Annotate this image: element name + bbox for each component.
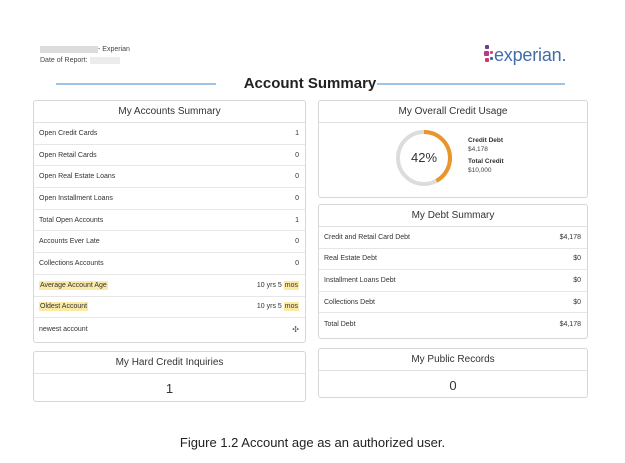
row-label: Collections Accounts: [39, 259, 104, 267]
redacted-name: [40, 45, 98, 53]
debt-list: Credit and Retail Card Debt $4,178 Real …: [319, 227, 587, 335]
row-value: $0: [573, 276, 581, 284]
card-title: My Debt Summary: [319, 205, 587, 227]
title-divider-right: [377, 83, 565, 85]
list-item: Total Open Accounts 1: [34, 210, 305, 232]
row-label: Open Retail Cards: [39, 151, 97, 159]
row-value: 1: [295, 216, 299, 224]
value-unit-highlighted: mos: [283, 280, 299, 290]
credit-debt-label: Credit Debt: [468, 137, 504, 144]
credit-info: Credit Debt $4,178 Total Credit $10,000: [468, 137, 504, 175]
total-credit-label: Total Credit: [468, 158, 504, 165]
row-value: $0: [573, 298, 581, 306]
row-value: 10 yrs 5 mos: [256, 280, 299, 290]
gear-icon[interactable]: ✣: [292, 325, 299, 334]
row-label-highlighted: Average Account Age: [39, 280, 108, 290]
row-label: newest account: [39, 325, 88, 333]
row-label: Open Credit Cards: [39, 129, 98, 137]
row-value: 10 yrs 5 mos: [256, 302, 299, 312]
card-title: My Public Records: [319, 349, 587, 371]
experian-logo: experian.: [484, 43, 567, 67]
credit-usage-body: 42% Credit Debt $4,178 Total Credit $10,…: [319, 123, 587, 195]
row-label: Installment Loans Debt: [324, 276, 396, 284]
list-item: Collections Debt $0: [319, 292, 587, 314]
list-item: Credit and Retail Card Debt $4,178: [319, 227, 587, 249]
row-value: 0: [295, 194, 299, 202]
list-item: Installment Loans Debt $0: [319, 270, 587, 292]
card-title: My Hard Credit Inquiries: [34, 352, 305, 374]
accounts-list: Open Credit Cards 1 Open Retail Cards 0 …: [34, 123, 305, 340]
report-header: - Experian Date of Report:: [40, 44, 130, 66]
row-value: 0: [295, 238, 299, 246]
report-owner: - Experian: [40, 44, 130, 55]
figure-caption: Figure 1.2 Account age as an authorized …: [179, 435, 446, 450]
title-divider-left: [56, 83, 216, 85]
row-label: Open Real Estate Loans: [39, 173, 116, 181]
list-item: Collections Accounts 0: [34, 253, 305, 275]
debt-summary-card: My Debt Summary Credit and Retail Card D…: [318, 204, 588, 339]
row-label: Collections Debt: [324, 298, 375, 306]
redacted-date: [90, 56, 121, 64]
value-main: 10 yrs 5: [256, 281, 282, 289]
hard-inquiries-count: 1: [165, 381, 174, 396]
public-records-card: My Public Records 0: [318, 348, 588, 398]
list-item: Accounts Ever Late 0: [34, 231, 305, 254]
list-item: Real Estate Debt $0: [319, 249, 587, 271]
hard-inquiries-card: My Hard Credit Inquiries 1: [33, 351, 306, 402]
total-credit-value: $10,000: [468, 166, 492, 174]
list-item: Open Retail Cards 0: [34, 145, 305, 167]
report-date-label: Date of Report:: [40, 57, 88, 64]
row-label: Accounts Ever Late: [39, 238, 100, 246]
report-date: Date of Report:: [40, 55, 130, 66]
list-item: Open Real Estate Loans 0: [34, 166, 305, 189]
list-item: Average Account Age 10 yrs 5 mos: [34, 275, 305, 297]
card-title: My Overall Credit Usage: [319, 101, 587, 123]
credit-usage-percent: 42%: [410, 150, 438, 165]
list-item: Open Credit Cards 1: [34, 123, 305, 145]
row-label: Open Installment Loans: [39, 194, 113, 202]
title-row: Account Summary: [0, 74, 625, 94]
row-label: Total Debt: [324, 320, 356, 328]
list-item: Open Installment Loans 0: [34, 188, 305, 210]
row-label-highlighted: Oldest Account: [39, 302, 89, 312]
row-label: Credit and Retail Card Debt: [324, 233, 410, 241]
row-value: 0: [295, 173, 299, 181]
report-owner-suffix: - Experian: [98, 46, 130, 53]
row-value: $0: [573, 255, 581, 263]
row-label: Total Open Accounts: [39, 216, 104, 224]
page-title: Account Summary: [243, 75, 377, 92]
list-item: Total Debt $4,178: [319, 313, 587, 335]
credit-usage-card: My Overall Credit Usage 42% Credit Debt …: [318, 100, 588, 198]
list-item: Oldest Account 10 yrs 5 mos: [34, 297, 305, 319]
row-value: 0: [295, 151, 299, 159]
row-value: 1: [295, 129, 299, 137]
list-item: newest account ✣: [34, 318, 305, 340]
row-value: 0: [295, 259, 299, 267]
accounts-summary-card: My Accounts Summary Open Credit Cards 1 …: [33, 100, 306, 343]
card-title: My Accounts Summary: [34, 101, 305, 123]
row-label: Real Estate Debt: [324, 255, 377, 263]
row-value: $4,178: [559, 233, 581, 241]
row-value: $4,178: [559, 320, 581, 328]
value-unit-highlighted: mos: [283, 302, 299, 312]
logo-wordmark: experian.: [494, 45, 567, 65]
public-records-count: 0: [449, 378, 457, 393]
credit-debt-value: $4,178: [468, 145, 488, 153]
value-main: 10 yrs 5: [256, 303, 282, 311]
